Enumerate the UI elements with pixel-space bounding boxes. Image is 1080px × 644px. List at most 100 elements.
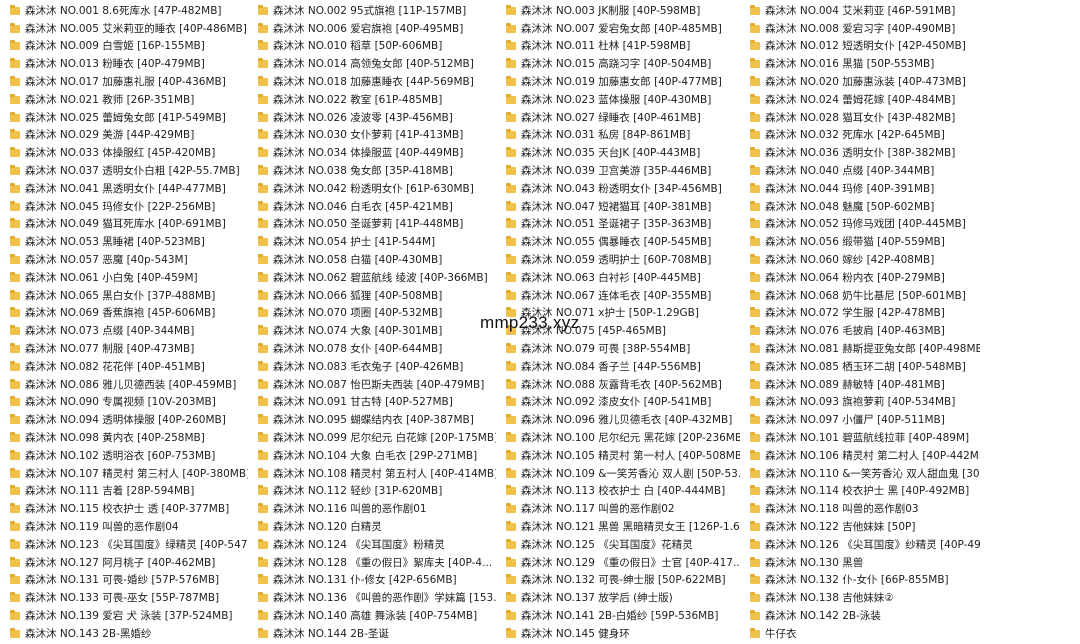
folder-item[interactable]: 森沐沐 NO.059 透明护士 [60P-708MB] bbox=[506, 251, 740, 269]
folder-item[interactable]: 森沐沐 NO.110 &一笑芳香沁 双人甜血鬼 [30... bbox=[750, 465, 980, 483]
folder-item[interactable]: 森沐沐 NO.050 圣诞萝莉 [41P-448MB] bbox=[258, 216, 496, 234]
folder-item[interactable]: 森沐沐 NO.111 吉着 [28P-594MB] bbox=[10, 483, 248, 501]
folder-item[interactable]: 森沐沐 NO.033 体操服红 [45P-420MB] bbox=[10, 144, 248, 162]
folder-item[interactable]: 森沐沐 NO.133 可畏-巫女 [55P-787MB] bbox=[10, 589, 248, 607]
folder-item[interactable]: 森沐沐 NO.022 教室 [61P-485MB] bbox=[258, 91, 496, 109]
folder-item[interactable]: 森沐沐 NO.073 点缀 [40P-344MB] bbox=[10, 322, 248, 340]
folder-item[interactable]: 森沐沐 NO.021 教师 [26P-351MB] bbox=[10, 91, 248, 109]
folder-item[interactable]: 森沐沐 NO.083 毛衣兔子 [40P-426MB] bbox=[258, 358, 496, 376]
folder-item[interactable]: 森沐沐 NO.098 黄内衣 [40P-258MB] bbox=[10, 429, 248, 447]
folder-item[interactable]: 森沐沐 NO.029 美游 [44P-429MB] bbox=[10, 127, 248, 145]
folder-item[interactable]: 森沐沐 NO.047 短裙猫耳 [40P-381MB] bbox=[506, 198, 740, 216]
folder-item[interactable]: 森沐沐 NO.118 叫兽的恶作剧03 bbox=[750, 500, 980, 518]
folder-item[interactable]: 森沐沐 NO.067 连体毛衣 [40P-355MB] bbox=[506, 287, 740, 305]
folder-item[interactable]: 森沐沐 NO.125 《尖耳国度》花精灵 bbox=[506, 536, 740, 554]
folder-item[interactable]: 森沐沐 NO.008 爱宕习字 [40P-490MB] bbox=[750, 20, 980, 38]
folder-item[interactable]: 森沐沐 NO.095 蝴蝶结内衣 [40P-387MB] bbox=[258, 411, 496, 429]
folder-item[interactable]: 森沐沐 NO.002 95式旗袍 [11P-157MB] bbox=[258, 2, 496, 20]
folder-item[interactable]: 森沐沐 NO.078 女仆 [40P-644MB] bbox=[258, 340, 496, 358]
folder-item[interactable]: 森沐沐 NO.090 专属视频 [10V-203MB] bbox=[10, 394, 248, 412]
folder-item[interactable]: 森沐沐 NO.063 白衬衫 [40P-445MB] bbox=[506, 269, 740, 287]
folder-item[interactable]: 森沐沐 NO.004 艾米莉亚 [46P-591MB] bbox=[750, 2, 980, 20]
folder-item[interactable]: 森沐沐 NO.127 阿月桃子 [40P-462MB] bbox=[10, 554, 248, 572]
folder-item[interactable]: 森沐沐 NO.030 女仆萝莉 [41P-413MB] bbox=[258, 127, 496, 145]
folder-item[interactable]: 森沐沐 NO.076 毛披肩 [40P-463MB] bbox=[750, 322, 980, 340]
folder-item[interactable]: 森沐沐 NO.144 2B-圣诞 bbox=[258, 625, 496, 643]
folder-item[interactable]: 森沐沐 NO.018 加藤惠睡衣 [44P-569MB] bbox=[258, 73, 496, 91]
folder-item[interactable]: 森沐沐 NO.016 黑猫 [50P-553MB] bbox=[750, 55, 980, 73]
folder-item[interactable]: 森沐沐 NO.003 JK制服 [40P-598MB] bbox=[506, 2, 740, 20]
folder-item[interactable]: 森沐沐 NO.126 《尖耳国度》纱精灵 [40P-49... bbox=[750, 536, 980, 554]
folder-item[interactable]: 森沐沐 NO.045 玛修女仆 [22P-256MB] bbox=[10, 198, 248, 216]
folder-item[interactable]: 森沐沐 NO.119 叫兽的恶作剧04 bbox=[10, 518, 248, 536]
folder-item[interactable]: 森沐沐 NO.129 《重の假日》士官 [40P-417... bbox=[506, 554, 740, 572]
folder-item[interactable]: 森沐沐 NO.005 艾米莉亚的睡衣 [40P-486MB] bbox=[10, 20, 248, 38]
folder-item[interactable]: 森沐沐 NO.057 恶魔 [40p-543M] bbox=[10, 251, 248, 269]
folder-item[interactable]: 森沐沐 NO.115 校衣护士 透 [40P-377MB] bbox=[10, 500, 248, 518]
folder-item[interactable]: 森沐沐 NO.088 灰露背毛衣 [40P-562MB] bbox=[506, 376, 740, 394]
folder-item[interactable]: 森沐沐 NO.031 私房 [84P-861MB] bbox=[506, 127, 740, 145]
folder-item[interactable]: 森沐沐 NO.096 雅儿贝德毛衣 [40P-432MB] bbox=[506, 411, 740, 429]
folder-item[interactable]: 森沐沐 NO.142 2B-泳装 bbox=[750, 607, 980, 625]
folder-item[interactable]: 森沐沐 NO.107 精灵村 第三村人 [40P-380MB] bbox=[10, 465, 248, 483]
folder-item[interactable]: 森沐沐 NO.141 2B-白婚纱 [59P-536MB] bbox=[506, 607, 740, 625]
folder-item[interactable]: 森沐沐 NO.049 猫耳死库水 [40P-691MB] bbox=[10, 216, 248, 234]
folder-item[interactable]: 森沐沐 NO.035 天台JK [40P-443MB] bbox=[506, 144, 740, 162]
folder-item[interactable]: 森沐沐 NO.024 蕾姆花嫁 [40P-484MB] bbox=[750, 91, 980, 109]
folder-item[interactable]: 森沐沐 NO.105 精灵村 第一村人 [40P-508MB] bbox=[506, 447, 740, 465]
folder-item[interactable]: 森沐沐 NO.038 兔女郎 [35P-418MB] bbox=[258, 162, 496, 180]
folder-item[interactable]: 森沐沐 NO.102 透明浴衣 [60P-753MB] bbox=[10, 447, 248, 465]
folder-item[interactable]: 森沐沐 NO.061 小白兔 [40P-459M] bbox=[10, 269, 248, 287]
folder-item[interactable]: 森沐沐 NO.093 旗袍萝莉 [40P-534MB] bbox=[750, 394, 980, 412]
folder-item[interactable]: 森沐沐 NO.136 《叫兽的恶作剧》学妹篇 [153... bbox=[258, 589, 496, 607]
folder-item[interactable]: 森沐沐 NO.052 玛修马戏团 [40P-445MB] bbox=[750, 216, 980, 234]
folder-item[interactable]: 森沐沐 NO.037 透明女仆白粗 [42P-55.7MB] bbox=[10, 162, 248, 180]
folder-item[interactable]: 森沐沐 NO.124 《尖耳国度》粉精灵 bbox=[258, 536, 496, 554]
folder-item[interactable]: 森沐沐 NO.089 赫敏特 [40P-481MB] bbox=[750, 376, 980, 394]
folder-item[interactable]: 森沐沐 NO.017 加藤惠礼服 [40P-436MB] bbox=[10, 73, 248, 91]
folder-item[interactable]: 森沐沐 NO.091 甘古特 [40P-527MB] bbox=[258, 394, 496, 412]
folder-item[interactable]: 森沐沐 NO.056 缎带猫 [40P-559MB] bbox=[750, 233, 980, 251]
folder-item[interactable]: 森沐沐 NO.082 花花伴 [40P-451MB] bbox=[10, 358, 248, 376]
folder-item[interactable]: 森沐沐 NO.120 白精灵 bbox=[258, 518, 496, 536]
folder-item[interactable]: 森沐沐 NO.121 黑兽 黑暗精灵女王 [126P-1.6... bbox=[506, 518, 740, 536]
folder-item[interactable]: 森沐沐 NO.032 死库水 [42P-645MB] bbox=[750, 127, 980, 145]
folder-item[interactable]: 森沐沐 NO.023 蓝体操服 [40P-430MB] bbox=[506, 91, 740, 109]
folder-item[interactable]: 森沐沐 NO.084 香子兰 [44P-556MB] bbox=[506, 358, 740, 376]
folder-item[interactable]: 森沐沐 NO.062 碧蓝航线 绫波 [40P-366MB] bbox=[258, 269, 496, 287]
folder-item[interactable]: 森沐沐 NO.069 香蕉旗袍 [45P-606MB] bbox=[10, 305, 248, 323]
folder-item[interactable]: 森沐沐 NO.046 白毛衣 [45P-421MB] bbox=[258, 198, 496, 216]
folder-item[interactable]: 森沐沐 NO.013 粉睡衣 [40P-479MB] bbox=[10, 55, 248, 73]
folder-item[interactable]: 森沐沐 NO.079 可畏 [38P-554MB] bbox=[506, 340, 740, 358]
folder-item[interactable]: 森沐沐 NO.014 高领兔女郎 [40P-512MB] bbox=[258, 55, 496, 73]
folder-item[interactable]: 森沐沐 NO.077 制服 [40P-473MB] bbox=[10, 340, 248, 358]
folder-item[interactable]: 森沐沐 NO.108 精灵村 第五村人 [40P-414MB] bbox=[258, 465, 496, 483]
folder-item[interactable]: 森沐沐 NO.034 体操服蓝 [40P-449MB] bbox=[258, 144, 496, 162]
folder-item[interactable]: 森沐沐 NO.132 可畏-绅士服 [50P-622MB] bbox=[506, 572, 740, 590]
folder-item[interactable]: 森沐沐 NO.027 绿睡衣 [40P-461MB] bbox=[506, 109, 740, 127]
folder-item[interactable]: 森沐沐 NO.138 吉他妹妹② bbox=[750, 589, 980, 607]
folder-item[interactable]: 森沐沐 NO.072 学生服 [42P-478MB] bbox=[750, 305, 980, 323]
folder-item[interactable]: 森沐沐 NO.101 碧蓝航线拉菲 [40P-489M] bbox=[750, 429, 980, 447]
folder-item[interactable]: 森沐沐 NO.128 《重の假日》絮库夫 [40P-4... bbox=[258, 554, 496, 572]
folder-item[interactable]: 森沐沐 NO.054 护士 [41P-544M] bbox=[258, 233, 496, 251]
folder-item[interactable]: 森沐沐 NO.131 仆-修女 [42P-656MB] bbox=[258, 572, 496, 590]
folder-item[interactable]: 森沐沐 NO.010 稻草 [50P-606MB] bbox=[258, 38, 496, 56]
folder-item[interactable]: 森沐沐 NO.081 赫斯提亚兔女郎 [40P-498MB] bbox=[750, 340, 980, 358]
folder-item[interactable]: 森沐沐 NO.143 2B-黑婚纱 bbox=[10, 625, 248, 643]
folder-item[interactable]: 森沐沐 NO.040 点缀 [40P-344MB] bbox=[750, 162, 980, 180]
folder-item[interactable]: 森沐沐 NO.048 魅魔 [50P-602MB] bbox=[750, 198, 980, 216]
folder-item[interactable]: 森沐沐 NO.028 猫耳女仆 [43P-482MB] bbox=[750, 109, 980, 127]
folder-item[interactable]: 森沐沐 NO.122 吉他妹妹 [50P] bbox=[750, 518, 980, 536]
folder-item[interactable]: 森沐沐 NO.087 怡巴斯夫西装 [40P-479MB] bbox=[258, 376, 496, 394]
folder-item[interactable]: 森沐沐 NO.130 黑兽 bbox=[750, 554, 980, 572]
folder-item[interactable]: 森沐沐 NO.117 叫兽的恶作剧02 bbox=[506, 500, 740, 518]
folder-item[interactable]: 森沐沐 NO.065 黑白女仆 [37P-488MB] bbox=[10, 287, 248, 305]
folder-item[interactable]: 森沐沐 NO.068 奶牛比基尼 [50P-601MB] bbox=[750, 287, 980, 305]
folder-item[interactable]: 森沐沐 NO.112 轻纱 [31P-620MB] bbox=[258, 483, 496, 501]
folder-item[interactable]: 森沐沐 NO.099 尼尔纪元 白花嫁 [20P-175MB] bbox=[258, 429, 496, 447]
folder-item[interactable]: 森沐沐 NO.036 透明女仆 [38P-382MB] bbox=[750, 144, 980, 162]
folder-item[interactable]: 森沐沐 NO.106 精灵村 第二村人 [40P-442MB] bbox=[750, 447, 980, 465]
folder-item[interactable]: 森沐沐 NO.039 卫宫美游 [35P-446MB] bbox=[506, 162, 740, 180]
folder-item[interactable]: 森沐沐 NO.114 校衣护士 黑 [40P-492MB] bbox=[750, 483, 980, 501]
